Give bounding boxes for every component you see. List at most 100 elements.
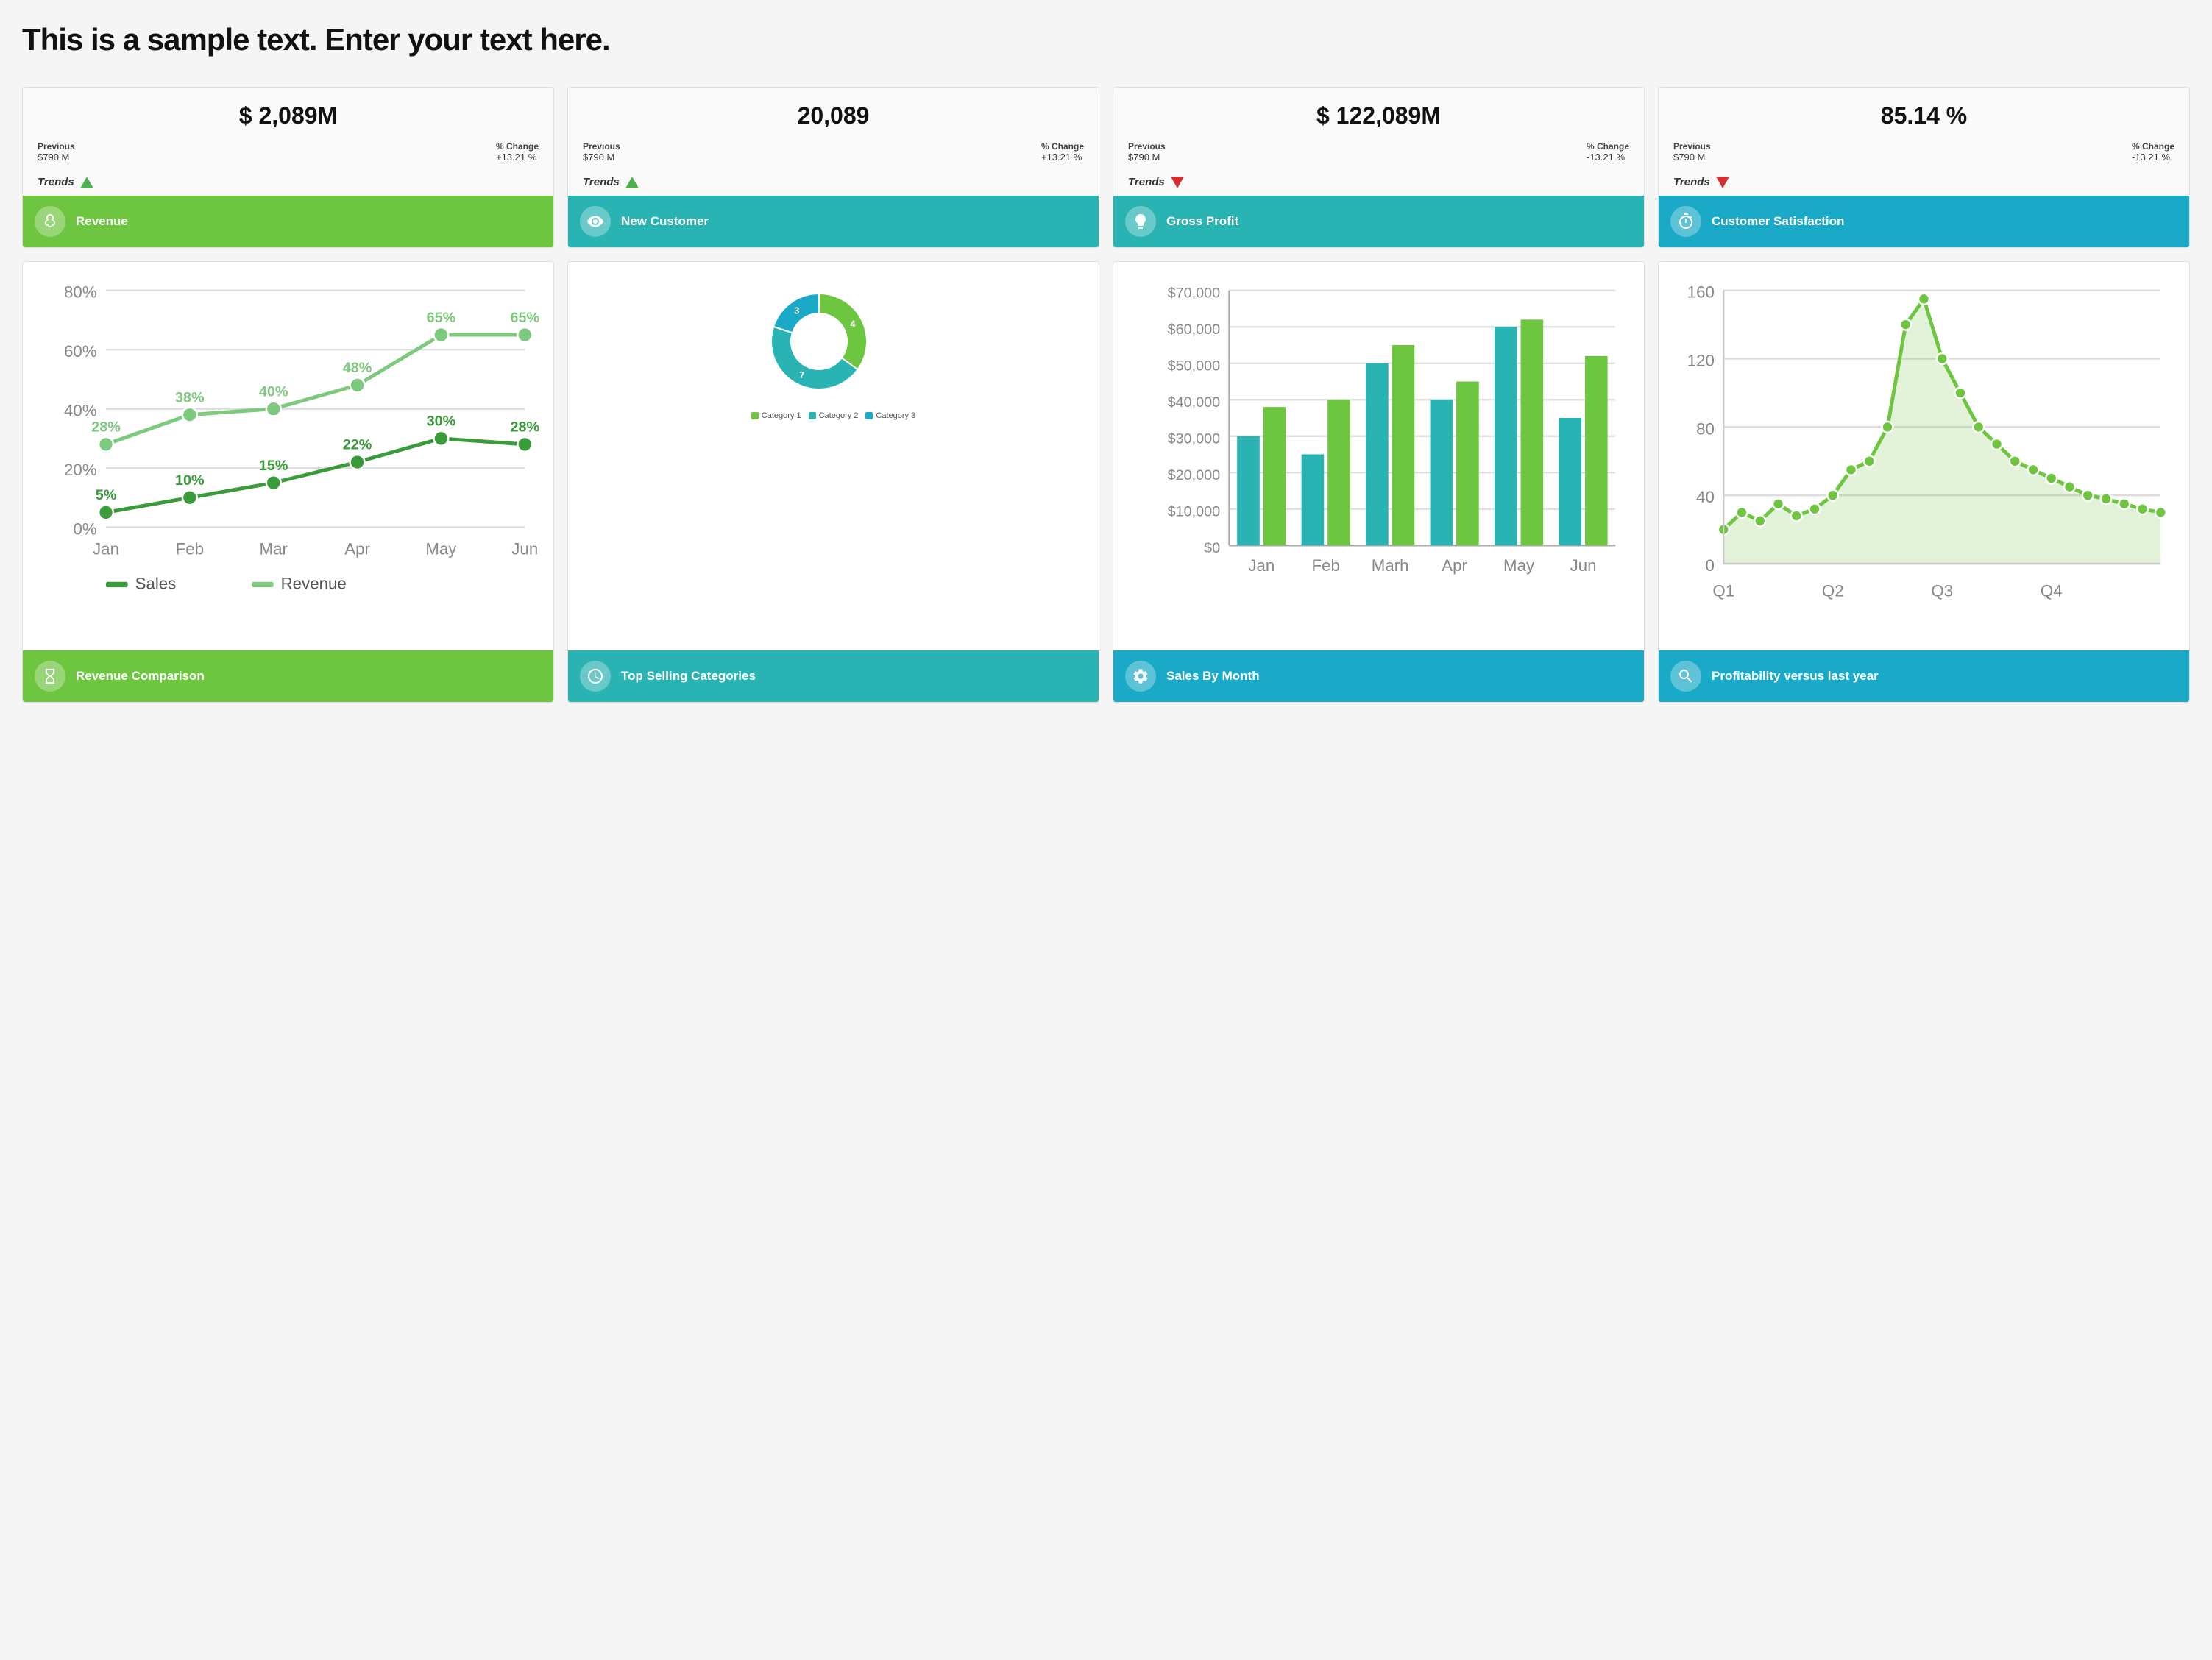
svg-text:40: 40 (1696, 488, 1715, 506)
kpi-meta: Previous $790 M % Change -13.21 % (1673, 141, 2174, 163)
trends-label: Trends (1673, 176, 1710, 188)
svg-text:160: 160 (1687, 283, 1715, 302)
card-footer[interactable]: Customer Satisfaction (1659, 196, 2189, 247)
chart-card-revenue-comparison: 0%20%40%60%80%JanFebMarAprMayJun5%10%15%… (22, 261, 554, 703)
svg-text:10%: 10% (175, 472, 205, 489)
trend-arrow-up (625, 177, 639, 188)
footer-label: Sales By Month (1166, 669, 1260, 684)
footer-icon (1125, 206, 1156, 237)
footer-label: Customer Satisfaction (1712, 214, 1844, 229)
svg-text:3: 3 (794, 305, 799, 316)
change-value: -13.21 % (2132, 152, 2174, 163)
svg-text:48%: 48% (343, 360, 372, 376)
svg-text:$40,000: $40,000 (1168, 394, 1221, 411)
kpi-value: 85.14 % (1673, 102, 2174, 130)
page-title: This is a sample text. Enter your text h… (22, 22, 2190, 57)
previous-value: $790 M (38, 152, 75, 163)
kpi-card-new-customer: 20,089 Previous $790 M % Change +13.21 %… (567, 87, 1099, 248)
card-footer[interactable]: Profitability versus last year (1659, 650, 2189, 702)
kpi-change-col: % Change -13.21 % (2132, 141, 2174, 163)
svg-text:65%: 65% (510, 310, 539, 326)
chart-body: 0%20%40%60%80%JanFebMarAprMayJun5%10%15%… (23, 262, 553, 650)
svg-text:4: 4 (850, 319, 856, 330)
svg-text:Apr: Apr (344, 540, 370, 558)
previous-label: Previous (583, 141, 620, 152)
footer-label: Gross Profit (1166, 214, 1238, 229)
kpi-card-revenue: $ 2,089M Previous $790 M % Change +13.21… (22, 87, 554, 248)
change-label: % Change (2132, 141, 2174, 152)
kpi-card-gross-profit: $ 122,089M Previous $790 M % Change -13.… (1113, 87, 1645, 248)
svg-text:Jan: Jan (93, 540, 119, 558)
svg-text:$10,000: $10,000 (1168, 504, 1221, 520)
card-footer[interactable]: Revenue Comparison (23, 650, 553, 702)
footer-icon (1670, 206, 1701, 237)
card-footer[interactable]: New Customer (568, 196, 1099, 247)
previous-value: $790 M (1673, 152, 1711, 163)
card-footer[interactable]: Gross Profit (1113, 196, 1644, 247)
svg-text:May: May (1503, 556, 1535, 575)
card-footer[interactable]: Sales By Month (1113, 650, 1644, 702)
svg-text:38%: 38% (175, 389, 205, 405)
dashboard: $ 2,089M Previous $790 M % Change +13.21… (22, 87, 2190, 703)
svg-text:Apr: Apr (1442, 556, 1467, 575)
svg-text:120: 120 (1687, 351, 1715, 369)
trends-label: Trends (38, 176, 74, 188)
kpi-card-customer-satisfaction: 85.14 % Previous $790 M % Change -13.21 … (1658, 87, 2190, 248)
trends-row: Trends (1128, 170, 1629, 188)
svg-text:May: May (425, 540, 457, 558)
footer-icon (580, 206, 611, 237)
legend-item: Category 3 (865, 411, 915, 420)
area-chart: 04080120160Q1Q2Q3Q4 (1669, 272, 2179, 618)
svg-text:22%: 22% (343, 437, 372, 453)
footer-icon (1125, 661, 1156, 692)
svg-text:Q4: Q4 (2041, 582, 2063, 600)
trends-row: Trends (583, 170, 1084, 188)
kpi-previous-col: Previous $790 M (583, 141, 620, 163)
footer-label: Top Selling Categories (621, 669, 756, 684)
change-value: +13.21 % (1041, 152, 1084, 163)
svg-text:Mar: Mar (260, 540, 288, 558)
svg-text:0%: 0% (73, 519, 96, 538)
svg-text:$60,000: $60,000 (1168, 322, 1221, 338)
svg-text:7: 7 (799, 369, 804, 380)
trends-row: Trends (38, 170, 539, 188)
footer-label: New Customer (621, 214, 709, 229)
kpi-change-col: % Change -13.21 % (1587, 141, 1629, 163)
kpi-change-col: % Change +13.21 % (1041, 141, 1084, 163)
svg-text:0: 0 (1705, 556, 1714, 575)
kpi-body: $ 2,089M Previous $790 M % Change +13.21… (23, 88, 553, 196)
svg-text:Jan: Jan (1248, 556, 1275, 575)
previous-label: Previous (38, 141, 75, 152)
svg-text:$30,000: $30,000 (1168, 431, 1221, 447)
svg-text:40%: 40% (64, 402, 97, 420)
chart-card-top-selling: 473 Category 1 Category 2 Category 3 Top… (567, 261, 1099, 703)
bar-chart: $0$10,000$20,000$30,000$40,000$50,000$60… (1124, 272, 1634, 618)
svg-text:Feb: Feb (1312, 556, 1340, 575)
legend-item: Category 2 (809, 411, 859, 420)
svg-text:80: 80 (1696, 419, 1715, 438)
chart-body: $0$10,000$20,000$30,000$40,000$50,000$60… (1113, 262, 1644, 650)
svg-text:$0: $0 (1204, 540, 1220, 556)
trend-arrow-up (80, 177, 93, 188)
chart-card-sales-by-month: $0$10,000$20,000$30,000$40,000$50,000$60… (1113, 261, 1645, 703)
footer-icon (35, 661, 65, 692)
footer-icon (35, 206, 65, 237)
card-footer[interactable]: Revenue (23, 196, 553, 247)
svg-text:80%: 80% (64, 283, 97, 302)
change-label: % Change (1041, 141, 1084, 152)
kpi-body: 85.14 % Previous $790 M % Change -13.21 … (1659, 88, 2189, 196)
chart-body: 473 Category 1 Category 2 Category 3 (568, 262, 1099, 650)
kpi-previous-col: Previous $790 M (1673, 141, 1711, 163)
kpi-previous-col: Previous $790 M (38, 141, 75, 163)
svg-text:Sales: Sales (135, 575, 177, 593)
svg-text:Q2: Q2 (1822, 582, 1844, 600)
kpi-body: $ 122,089M Previous $790 M % Change -13.… (1113, 88, 1644, 196)
chart-body: 04080120160Q1Q2Q3Q4 (1659, 262, 2189, 650)
change-label: % Change (496, 141, 539, 152)
svg-text:Jun: Jun (1570, 556, 1597, 575)
previous-label: Previous (1128, 141, 1166, 152)
card-footer[interactable]: Top Selling Categories (568, 650, 1099, 702)
footer-label: Revenue Comparison (76, 669, 205, 684)
kpi-previous-col: Previous $790 M (1128, 141, 1166, 163)
kpi-body: 20,089 Previous $790 M % Change +13.21 %… (568, 88, 1099, 196)
